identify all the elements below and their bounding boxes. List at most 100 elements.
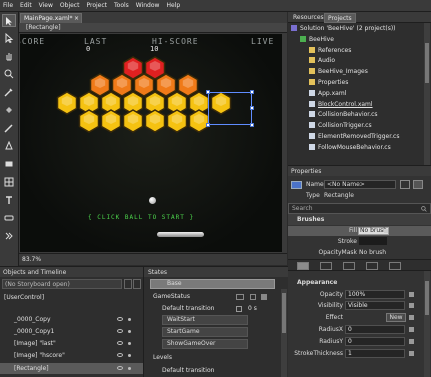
object-row[interactable]: _0000_Copy: [0, 314, 143, 325]
storyboard-picker[interactable]: (No Storyboard open): [2, 279, 122, 289]
storyboard-options-button[interactable]: [133, 279, 141, 289]
state-group-levels[interactable]: Levels: [153, 352, 172, 363]
resize-handle[interactable]: [206, 90, 210, 94]
project-item[interactable]: BlockControl.xaml: [309, 100, 373, 110]
resize-handle[interactable]: [250, 123, 254, 127]
advanced-options-icon[interactable]: [384, 229, 388, 233]
resize-handle[interactable]: [250, 90, 254, 94]
default-transition-levels[interactable]: Default transition: [162, 365, 214, 376]
tab-resources[interactable]: Resources: [290, 13, 327, 23]
paddle[interactable]: [157, 232, 204, 237]
base-state[interactable]: Base: [150, 279, 275, 289]
resize-handle[interactable]: [206, 123, 210, 127]
add-state-icon[interactable]: [250, 294, 256, 300]
game-canvas[interactable]: SCORE LAST 0 HI-SCORE 10 LIVE { CLICK BA…: [20, 34, 282, 252]
lock-dot-icon[interactable]: [128, 318, 131, 321]
lock-dot-icon[interactable]: [128, 330, 131, 333]
project-item[interactable]: App.xaml: [309, 89, 346, 99]
visibility-eye-icon[interactable]: [117, 317, 123, 321]
visibility-eye-icon[interactable]: [117, 366, 123, 370]
visibility-select[interactable]: Visible: [345, 301, 405, 310]
advanced-options-icon[interactable]: [409, 351, 414, 356]
advanced-options-icon[interactable]: [409, 339, 414, 344]
object-row[interactable]: [UserControl]: [0, 292, 143, 303]
events-icon[interactable]: [400, 180, 410, 189]
menu-file[interactable]: File: [3, 2, 13, 9]
properties-view-icon[interactable]: [413, 180, 423, 189]
project-item[interactable]: Properties: [309, 78, 348, 88]
menu-help[interactable]: Help: [166, 2, 180, 9]
project-item[interactable]: CollisionBehavior.cs: [309, 110, 378, 120]
new-effect-button[interactable]: New: [386, 313, 406, 322]
gradient-brush-tab[interactable]: [343, 262, 355, 270]
radiusy-field[interactable]: 0: [345, 337, 405, 346]
visibility-eye-icon[interactable]: [117, 353, 123, 357]
state-group-gamestatus[interactable]: GameStatus: [153, 291, 190, 302]
object-row[interactable]: _0000_Copy1: [0, 326, 143, 337]
advanced-options-icon[interactable]: [409, 315, 414, 320]
close-icon[interactable]: ×: [74, 14, 79, 23]
menu-project[interactable]: Project: [86, 2, 107, 9]
project-item[interactable]: CollisionTrigger.cs: [309, 121, 372, 131]
strokethickness-field[interactable]: 1: [345, 349, 405, 358]
pen-tool-icon[interactable]: [2, 139, 16, 152]
rectangle-tool-icon[interactable]: [2, 157, 16, 170]
project-item[interactable]: BeeHive: [300, 35, 334, 45]
menu-edit[interactable]: Edit: [20, 2, 32, 9]
advanced-options-icon[interactable]: [409, 292, 414, 297]
no-brush-tab[interactable]: [297, 262, 309, 270]
lock-dot-icon[interactable]: [128, 342, 131, 345]
default-transition[interactable]: Default transition: [162, 303, 214, 314]
layout-panel-tool-icon[interactable]: [2, 175, 16, 188]
resize-handle[interactable]: [250, 106, 254, 110]
zoom-tool-icon[interactable]: [2, 67, 16, 80]
state-startgame[interactable]: StartGame: [162, 327, 248, 337]
radiusx-field[interactable]: 0: [345, 325, 405, 334]
menu-object[interactable]: Object: [60, 2, 80, 9]
selection-tool-icon[interactable]: [2, 14, 16, 27]
lock-dot-icon[interactable]: [128, 367, 131, 370]
menu-window[interactable]: Window: [136, 2, 160, 9]
direct-selection-tool-icon[interactable]: [2, 31, 16, 44]
text-tool-icon[interactable]: [2, 193, 16, 206]
state-showgameover[interactable]: ShowGameOver: [162, 339, 248, 349]
project-item[interactable]: FollowMouseBehavior.cs: [309, 143, 391, 153]
remove-group-icon[interactable]: [261, 294, 267, 300]
project-item[interactable]: Solution 'BeeHive' (2 project(s)): [291, 24, 396, 34]
tab-mainpage[interactable]: MainPage.xaml* ×: [20, 13, 82, 23]
tab-projects[interactable]: Projects: [324, 13, 356, 23]
properties-scrollbar[interactable]: [424, 271, 430, 377]
brush-fill-row[interactable]: Fill No brush: [288, 226, 431, 236]
advanced-options-icon[interactable]: [409, 327, 414, 332]
transition-duration[interactable]: 0 s: [248, 303, 257, 314]
paint-bucket-tool-icon[interactable]: [2, 103, 16, 116]
eyedropper-tool-icon[interactable]: [2, 85, 16, 98]
add-transition-icon[interactable]: [236, 294, 244, 300]
pan-tool-icon[interactable]: [2, 49, 16, 62]
object-row[interactable]: [Image] "hscore": [0, 350, 143, 361]
brushes-header[interactable]: Brushes: [288, 214, 431, 225]
asset-library-icon[interactable]: [2, 229, 16, 242]
visibility-eye-icon[interactable]: [117, 341, 123, 345]
project-item[interactable]: Audio: [309, 56, 335, 66]
stroke-swatch[interactable]: [359, 237, 387, 245]
opacity-field[interactable]: 100%: [345, 290, 405, 299]
selection-rectangle[interactable]: [206, 90, 254, 127]
controls-tool-icon[interactable]: [2, 211, 16, 224]
visibility-eye-icon[interactable]: [117, 329, 123, 333]
menu-view[interactable]: View: [39, 2, 53, 9]
breadcrumb-rectangle[interactable]: [Rectangle]: [26, 24, 61, 31]
transition-toggle-icon[interactable]: [236, 306, 242, 312]
search-input[interactable]: Search: [292, 205, 313, 212]
projects-scrollbar[interactable]: [424, 23, 430, 165]
lock-dot-icon[interactable]: [128, 354, 131, 357]
add-storyboard-button[interactable]: [124, 279, 132, 289]
zoom-level[interactable]: 83.7%: [22, 256, 41, 263]
object-row[interactable]: [Rectangle]: [0, 363, 143, 374]
states-scrollbar[interactable]: [281, 289, 287, 377]
name-field[interactable]: <No Name>: [324, 180, 396, 189]
tile-brush-tab[interactable]: [366, 262, 378, 270]
opacitymask-value[interactable]: No brush: [359, 249, 386, 256]
brush-resources-tab[interactable]: [389, 262, 401, 270]
project-item[interactable]: References: [309, 46, 351, 56]
